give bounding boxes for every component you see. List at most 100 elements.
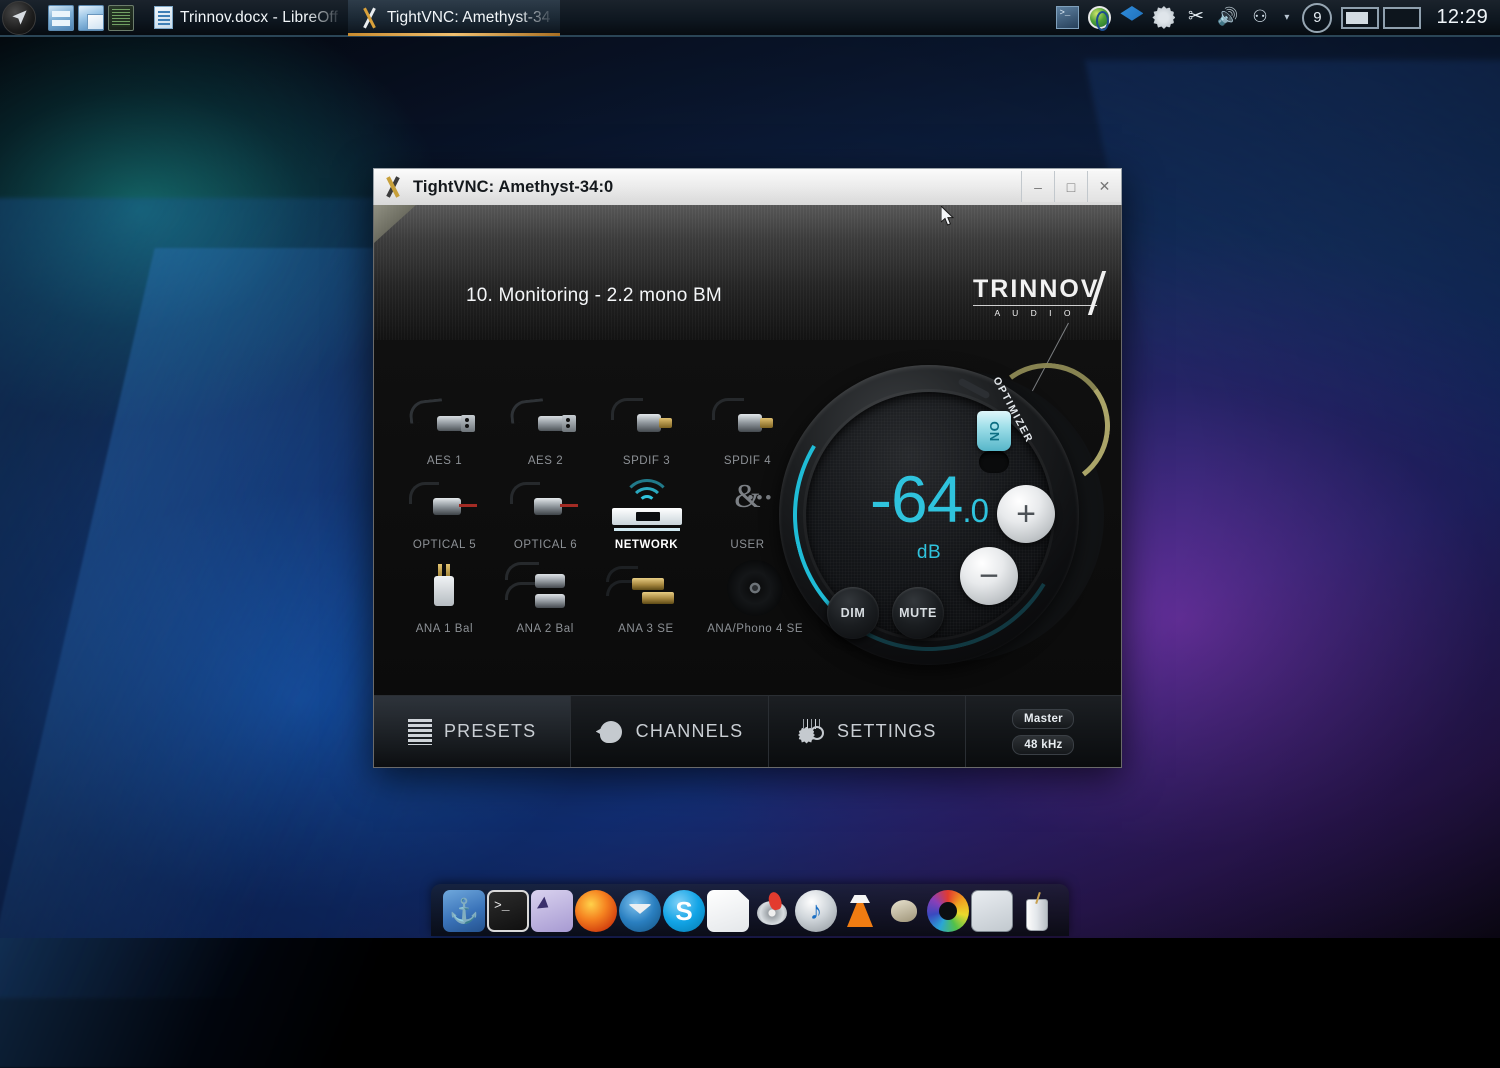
taskbar-item-libreoffice[interactable]: Trinnov.docx - LibreOff (144, 0, 348, 36)
clock-source-badge[interactable]: Master (1012, 709, 1074, 729)
dock-vlc-icon[interactable] (839, 890, 881, 932)
nav-tab-channels[interactable]: CHANNELS (571, 696, 768, 767)
maximize-button[interactable]: □ (1054, 171, 1087, 202)
input-source-aes-2[interactable]: AES 2 (495, 383, 596, 467)
navigation-arrow-icon (10, 8, 29, 27)
window-task-list: Trinnov.docx - LibreOff TightVNC: Amethy… (144, 0, 560, 36)
nav-tab-presets[interactable]: PRESETS (374, 696, 571, 767)
system-tray: ✂ 🔊 ⚇ ▾ 9 12:29 (1056, 3, 1500, 33)
tray-expand-caret-icon[interactable]: ▾ (1280, 6, 1293, 29)
scissors-tray-icon[interactable]: ✂ (1184, 6, 1207, 29)
terminal-tray-icon[interactable] (1056, 6, 1079, 29)
minimize-button[interactable]: – (1021, 171, 1054, 202)
input-source-spdif-3[interactable]: SPDIF 3 (596, 383, 697, 467)
input-source-label: OPTICAL 6 (495, 539, 596, 551)
dock-thunderbird-icon[interactable] (619, 890, 661, 932)
volume-decimal: .0 (962, 492, 988, 529)
volume-down-button[interactable]: − (960, 547, 1018, 605)
volume-integer: -64 (870, 462, 962, 536)
tightvnc-x-logo-icon (382, 176, 404, 198)
input-row-1: AES 1 AES 2 SPDIF 3 (394, 383, 814, 467)
input-source-label: ANA 3 SE (596, 623, 697, 635)
network-tray-icon[interactable]: ⚇ (1248, 6, 1271, 29)
dropbox-tray-icon[interactable] (1120, 6, 1143, 29)
input-source-label: NETWORK (596, 539, 697, 551)
terminal-icon[interactable] (108, 5, 134, 31)
input-row-3: ANA 1 Bal ANA 2 Bal ANA 3 SE (394, 551, 814, 635)
dock-terminal-icon[interactable] (487, 890, 529, 932)
rca-connector-icon (596, 559, 697, 617)
volume-control-cluster: -64.0 dB OPTIMIZER ON + − DIM MUTE (779, 365, 1099, 685)
trinnov-logo-wordmark: TRINNOV (973, 277, 1100, 302)
status-badges: Master 48 kHz (966, 696, 1121, 767)
optical-connector-icon (495, 475, 596, 533)
taskbar-item-tightvnc[interactable]: TightVNC: Amethyst-34 (348, 0, 560, 36)
input-source-aes-1[interactable]: AES 1 (394, 383, 495, 467)
window-titlebar[interactable]: TightVNC: Amethyst-34:0 – □ ✕ (373, 168, 1122, 205)
settings-gear-icon (797, 719, 825, 745)
show-desktop-icon[interactable] (78, 5, 104, 31)
dim-button[interactable]: DIM (827, 587, 879, 639)
input-source-network[interactable]: NETWORK (596, 467, 697, 551)
dock-trash-icon[interactable] (1015, 890, 1057, 932)
trinnov-logo: TRINNOV A U D I O (973, 277, 1097, 318)
input-source-label: ANA 2 Bal (495, 623, 596, 635)
dock-firefox-icon[interactable] (575, 890, 617, 932)
input-source-label: OPTICAL 5 (394, 539, 495, 551)
browser-globe-tray-icon[interactable] (1088, 6, 1111, 29)
presets-list-icon (408, 719, 432, 745)
preset-title: 10. Monitoring - 2.2 mono BM (466, 285, 722, 307)
network-stream-icon (596, 475, 697, 533)
volume-tray-icon[interactable]: 🔊 (1216, 6, 1239, 29)
dock-colorwheel-icon[interactable] (927, 890, 969, 932)
analog-plug-icon (394, 559, 495, 617)
mute-button[interactable]: MUTE (892, 587, 944, 639)
taskbar-clock[interactable]: 12:29 (1436, 6, 1488, 29)
input-source-label: SPDIF 3 (596, 455, 697, 467)
vnc-viewport[interactable]: 10. Monitoring - 2.2 mono BM TRINNOV A U… (373, 205, 1122, 768)
xlr-connector-icon (495, 391, 596, 449)
optimizer-state-label: ON (987, 421, 1002, 442)
dock-documents-icon[interactable] (707, 890, 749, 932)
dock-file-browser-icon[interactable] (531, 890, 573, 932)
input-source-ana-3-se[interactable]: ANA 3 SE (596, 551, 697, 635)
file-manager-icon[interactable] (48, 5, 74, 31)
spdif-connector-icon (596, 391, 697, 449)
dock-brasero-icon[interactable] (751, 890, 793, 932)
workspace-pager-page-1[interactable] (1341, 7, 1379, 29)
tightvnc-window: TightVNC: Amethyst-34:0 – □ ✕ 10. Monito… (373, 168, 1122, 768)
dock-window-icon[interactable] (971, 890, 1013, 932)
app-header-panel (374, 205, 1121, 340)
mouse-pointer (941, 206, 955, 226)
input-source-ana-1-bal[interactable]: ANA 1 Bal (394, 551, 495, 635)
gear-tray-icon[interactable] (1152, 6, 1175, 29)
channels-speaker-icon (596, 719, 624, 745)
nav-tab-label: PRESETS (444, 721, 536, 742)
volume-value: -64.0 (870, 466, 988, 532)
input-source-grid: AES 1 AES 2 SPDIF 3 (394, 383, 814, 635)
close-button[interactable]: ✕ (1087, 171, 1121, 202)
workspace-pager[interactable] (1341, 7, 1421, 29)
nav-tab-settings[interactable]: SETTINGS (769, 696, 966, 767)
optical-connector-icon (394, 475, 495, 533)
workspace-indicator[interactable]: 9 (1302, 3, 1332, 33)
nav-tab-label: CHANNELS (636, 721, 744, 742)
window-controls: – □ ✕ (1021, 169, 1121, 206)
dock-gimp-icon[interactable] (883, 890, 925, 932)
input-source-ana-2-bal[interactable]: ANA 2 Bal (495, 551, 596, 635)
dock-skype-icon[interactable] (663, 890, 705, 932)
sample-rate-badge[interactable]: 48 kHz (1012, 735, 1074, 755)
input-source-optical-5[interactable]: OPTICAL 5 (394, 467, 495, 551)
application-dock (431, 884, 1069, 936)
input-source-label: AES 2 (495, 455, 596, 467)
volume-up-button[interactable]: + (997, 485, 1055, 543)
dock-anchor-icon[interactable] (443, 890, 485, 932)
dock-music-icon[interactable] (795, 890, 837, 932)
window-title: TightVNC: Amethyst-34:0 (413, 178, 613, 197)
quick-launch-group (48, 5, 134, 31)
application-launcher-button[interactable] (2, 1, 36, 35)
nav-tab-label: SETTINGS (837, 721, 937, 742)
workspace-pager-page-2[interactable] (1383, 7, 1421, 29)
optimizer-toggle[interactable]: ON (977, 411, 1011, 451)
input-source-optical-6[interactable]: OPTICAL 6 (495, 467, 596, 551)
